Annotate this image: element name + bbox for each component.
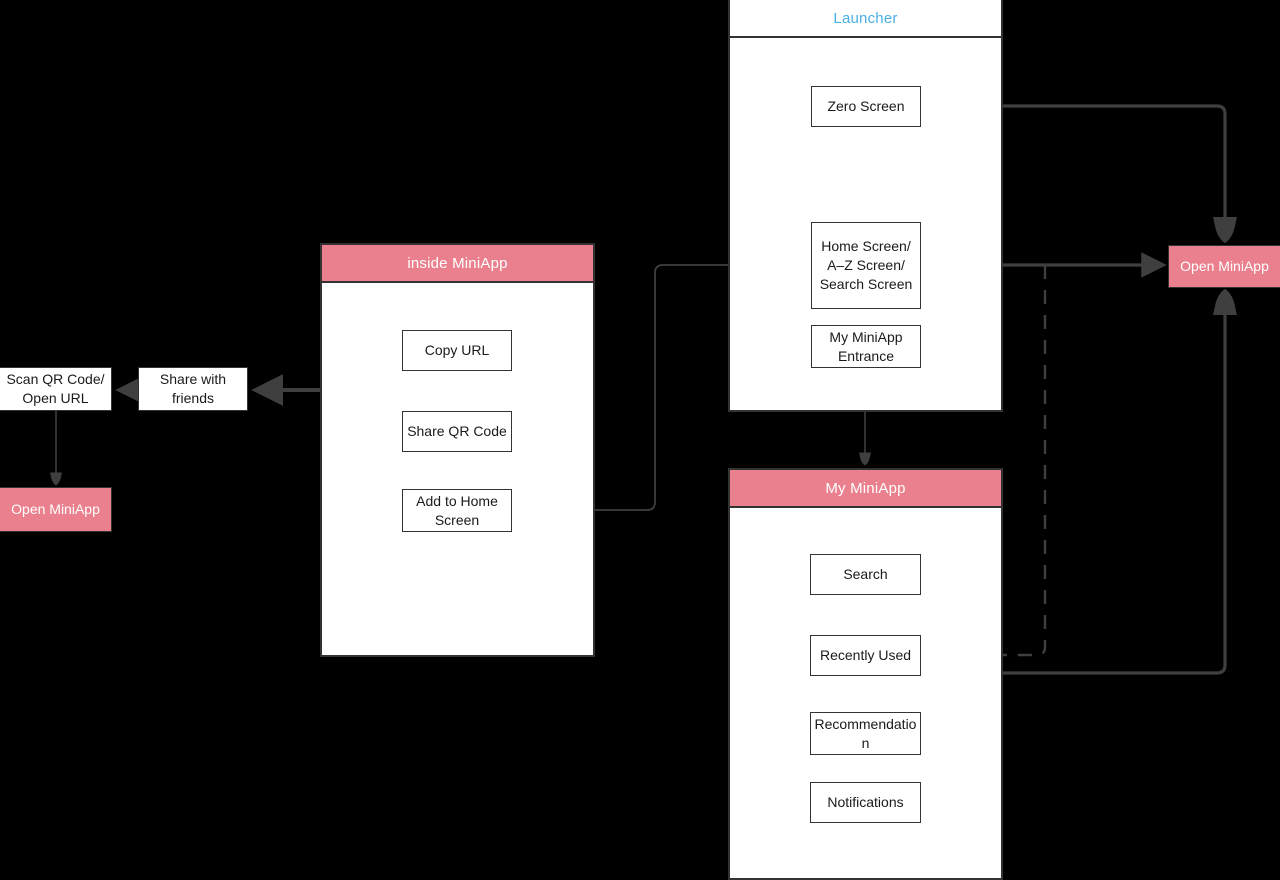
node-open-miniapp-left[interactable]: Open MiniApp [0,487,112,532]
node-home-az-search-screen[interactable]: Home Screen/ A–Z Screen/ Search Screen [811,222,921,309]
panel-inside-miniapp-title: inside MiniApp [322,245,593,283]
connector-layer [50,104,1237,675]
panel-my-miniapp-title: My MiniApp [730,470,1001,508]
node-zero-screen[interactable]: Zero Screen [811,86,921,127]
node-add-to-home-screen[interactable]: Add to Home Screen [402,489,512,532]
node-share-with-friends[interactable]: Share with friends [138,367,248,411]
panel-launcher-title: Launcher [730,0,1001,38]
node-my-miniapp-entrance[interactable]: My MiniApp Entrance [811,325,921,368]
node-notifications[interactable]: Notifications [810,782,921,823]
node-copy-url[interactable]: Copy URL [402,330,512,371]
diagram-canvas: Launcher Zero Screen Home Screen/ A–Z Sc… [0,0,1280,880]
node-open-miniapp-right[interactable]: Open MiniApp [1168,245,1280,288]
node-recommendation[interactable]: Recommendatio n [810,712,921,755]
node-recently-used[interactable]: Recently Used [810,635,921,676]
node-search[interactable]: Search [810,554,921,595]
node-scan-qr-open-url[interactable]: Scan QR Code/ Open URL [0,367,112,411]
node-share-qr-code[interactable]: Share QR Code [402,411,512,452]
